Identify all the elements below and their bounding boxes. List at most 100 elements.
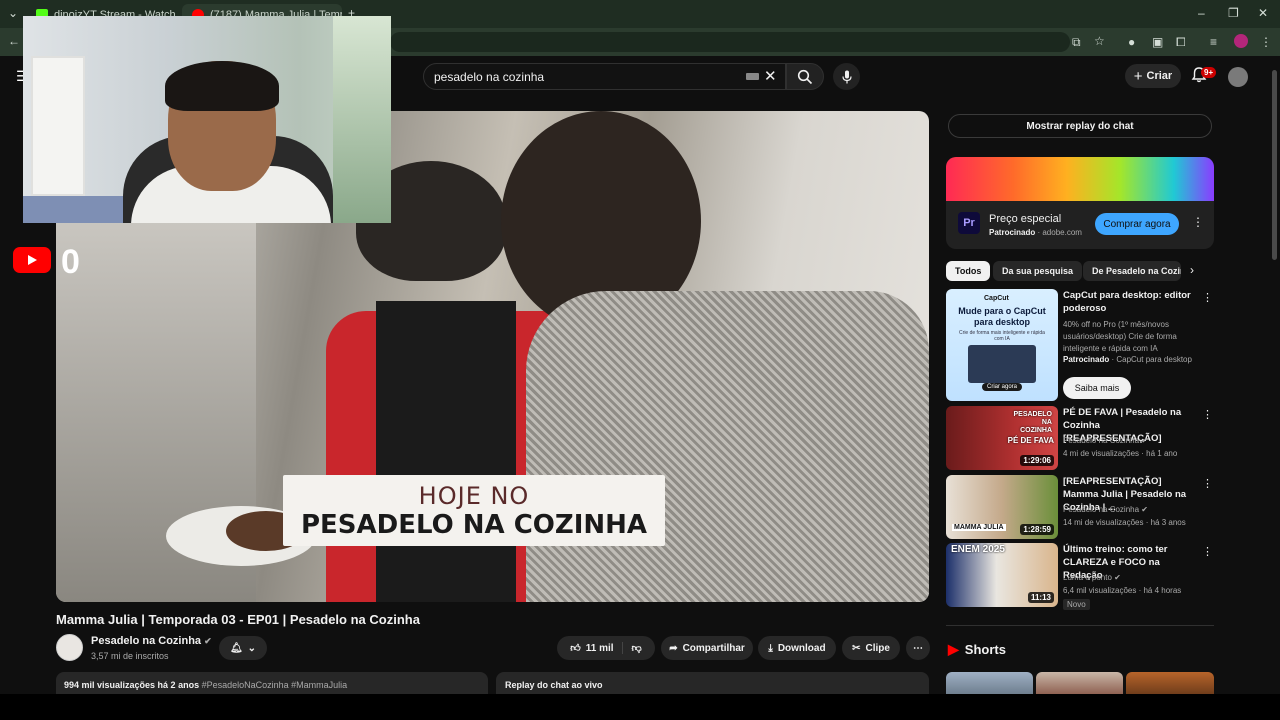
puzzle-icon[interactable]: ⧠ bbox=[1176, 35, 1186, 50]
youtube-logo-icon bbox=[13, 247, 51, 273]
show-chat-replay-button[interactable]: Mostrar replay do chat bbox=[948, 114, 1212, 138]
browser-menu-icon[interactable]: ⋮ bbox=[1260, 35, 1272, 49]
buy-now-button[interactable]: Comprar agora bbox=[1095, 213, 1179, 235]
more-vertical-icon[interactable]: ⋮ bbox=[1192, 215, 1204, 229]
cast-icon[interactable]: ⧉ bbox=[1072, 35, 1081, 50]
capcut-thumb-button: Criar agora bbox=[982, 383, 1023, 391]
hashtags[interactable]: #PesadeloNaCozinha #MammaJulia bbox=[202, 680, 348, 690]
channel-name[interactable]: Pesadelo na Cozinha ✔ bbox=[91, 635, 212, 647]
channel-name: Pesadelo na Cozinha bbox=[1063, 436, 1140, 445]
clip-button[interactable]: ✂ Clipe bbox=[842, 636, 900, 660]
short-thumbnail[interactable] bbox=[1126, 672, 1214, 696]
subscription-bell-button[interactable]: 🔔︎ ⌄ bbox=[219, 636, 267, 660]
minimize-icon[interactable]: – bbox=[1198, 6, 1205, 20]
verified-icon: ✔ bbox=[1114, 573, 1121, 582]
tab-search-icon[interactable]: ⌄ bbox=[8, 6, 18, 20]
plus-icon: + bbox=[1133, 67, 1143, 85]
caption-line-2: PESADELO NA COZINHA bbox=[300, 509, 648, 540]
channel-line: Luma e ponto ✔ bbox=[1063, 573, 1121, 582]
advertiser-name: CapCut para desktop bbox=[1116, 355, 1192, 364]
share-button[interactable]: ➦ Compartilhar bbox=[661, 636, 753, 660]
bookmark-star-icon[interactable]: ☆ bbox=[1094, 34, 1105, 48]
video-thumbnail: MAMMA JULIA 1:28:59 bbox=[946, 475, 1058, 539]
short-thumbnail[interactable] bbox=[946, 672, 1033, 696]
back-icon[interactable]: ← bbox=[8, 34, 20, 48]
more-horizontal-icon: ⋯ bbox=[913, 642, 923, 654]
capcut-sponsor-line: Patrocinado · CapCut para desktop bbox=[1063, 355, 1192, 364]
clear-search-icon[interactable]: ✕ bbox=[764, 67, 777, 85]
overlay-counter: 0 bbox=[61, 243, 80, 281]
thumbnail-text: ENEM 2025 bbox=[951, 544, 1005, 555]
microphone-icon bbox=[841, 70, 852, 83]
extension-icon[interactable]: ▣ bbox=[1152, 35, 1163, 49]
share-arrow-icon: ➦ bbox=[669, 642, 678, 654]
shorts-logo-icon: ▶ bbox=[948, 641, 959, 657]
share-label: Compartilhar bbox=[682, 642, 745, 654]
channel-name-text: Pesadelo na Cozinha bbox=[91, 635, 202, 647]
window-close-icon[interactable]: ✕ bbox=[1258, 6, 1268, 20]
voice-search-button[interactable] bbox=[833, 63, 860, 90]
download-label: Download bbox=[777, 642, 826, 654]
channel-line: Pesadelo na Cozinha ✔ bbox=[1063, 505, 1148, 514]
chat-replay-label: Replay do chat ao vivo bbox=[505, 680, 603, 690]
search-button[interactable] bbox=[786, 63, 824, 90]
account-avatar[interactable] bbox=[1228, 67, 1248, 87]
ad-domain: adobe.com bbox=[1042, 228, 1082, 237]
more-actions-button[interactable]: ⋯ bbox=[906, 636, 930, 660]
learn-more-button[interactable]: Saiba mais bbox=[1063, 377, 1131, 399]
recommended-video[interactable]: ENEM 2025 11:13 Último treino: como ter … bbox=[946, 543, 1214, 610]
like-button[interactable]: 👍︎ 11 mil bbox=[570, 642, 623, 654]
checkered-shirt bbox=[526, 291, 929, 602]
premiere-logo-icon: Pr bbox=[958, 212, 980, 234]
channel-avatar[interactable] bbox=[56, 634, 83, 661]
search-box[interactable]: ✕ bbox=[423, 63, 786, 90]
caption-line-1: HOJE NO bbox=[418, 481, 530, 510]
more-vertical-icon[interactable]: ⋮ bbox=[1202, 291, 1213, 304]
extension-icon[interactable]: ● bbox=[1128, 35, 1135, 49]
shorts-title: Shorts bbox=[964, 642, 1006, 657]
search-icon bbox=[797, 69, 813, 84]
keyboard-icon[interactable] bbox=[746, 73, 759, 80]
chip-all[interactable]: Todos bbox=[946, 261, 991, 281]
search-input[interactable] bbox=[434, 69, 734, 85]
video-duration: 1:28:59 bbox=[1020, 524, 1054, 535]
more-vertical-icon[interactable]: ⋮ bbox=[1202, 545, 1213, 558]
subscriber-count: 3,57 mi de inscritos bbox=[91, 651, 169, 661]
sponsored-label: Patrocinado bbox=[1063, 355, 1110, 364]
chip-from-channel[interactable]: De Pesadelo na Cozinha bbox=[1083, 261, 1181, 281]
black-apron bbox=[376, 301, 516, 602]
webcam-overlay bbox=[23, 16, 391, 223]
create-button[interactable]: + Criar bbox=[1125, 64, 1181, 88]
thumbs-up-icon: 👍︎ bbox=[570, 643, 581, 654]
shelf bbox=[31, 56, 85, 196]
download-button[interactable]: ⤓ Download bbox=[758, 636, 836, 660]
taskbar-strip bbox=[0, 694, 1280, 720]
video-meta: 14 mi de visualizações · há 3 anos bbox=[1063, 518, 1186, 527]
address-bar[interactable] bbox=[390, 32, 1070, 52]
clip-label: Clipe bbox=[865, 642, 890, 654]
recommended-video[interactable]: MAMMA JULIA 1:28:59 [REAPRESENTAÇÃO] Mam… bbox=[946, 475, 1214, 539]
more-vertical-icon[interactable]: ⋮ bbox=[1202, 477, 1213, 490]
page-scrollbar[interactable] bbox=[1272, 70, 1277, 260]
dislike-button[interactable]: 👎︎ bbox=[628, 642, 642, 654]
short-thumbnail[interactable] bbox=[1036, 672, 1123, 696]
maximize-icon[interactable]: ❐ bbox=[1228, 6, 1239, 20]
more-vertical-icon[interactable]: ⋮ bbox=[1202, 408, 1213, 421]
reading-list-icon[interactable]: ≡ bbox=[1210, 35, 1217, 49]
chevron-down-icon: ⌄ bbox=[247, 642, 257, 654]
capcut-title: CapCut para desktop: editor poderoso bbox=[1063, 290, 1191, 314]
capcut-ad[interactable]: CapCut Mude para o CapCut para desktop C… bbox=[946, 289, 1214, 401]
streamer-hair bbox=[165, 61, 279, 111]
recommended-video[interactable]: PESADELO NA COZINHA PÉ DE FAVA 1:29:06 P… bbox=[946, 406, 1214, 470]
chevron-right-icon[interactable]: › bbox=[1190, 263, 1194, 277]
capcut-description: 40% off no Pro (1º mês/novos usuários/de… bbox=[1063, 320, 1177, 353]
channel-name: Pesadelo na Cozinha bbox=[1063, 505, 1140, 514]
video-duration: 11:13 bbox=[1027, 592, 1054, 603]
profile-avatar-icon[interactable] bbox=[1234, 34, 1248, 48]
scissors-icon: ✂ bbox=[852, 642, 861, 654]
curtain bbox=[333, 16, 391, 223]
chip-from-search[interactable]: Da sua pesquisa bbox=[993, 261, 1083, 281]
capcut-thumb-sub: Crie de forma mais inteligente e rápida … bbox=[959, 330, 1045, 342]
sponsored-ad-card[interactable]: Pr Preço especial Patrocinado · adobe.co… bbox=[946, 157, 1214, 249]
ad-title: Preço especial bbox=[989, 213, 1062, 225]
